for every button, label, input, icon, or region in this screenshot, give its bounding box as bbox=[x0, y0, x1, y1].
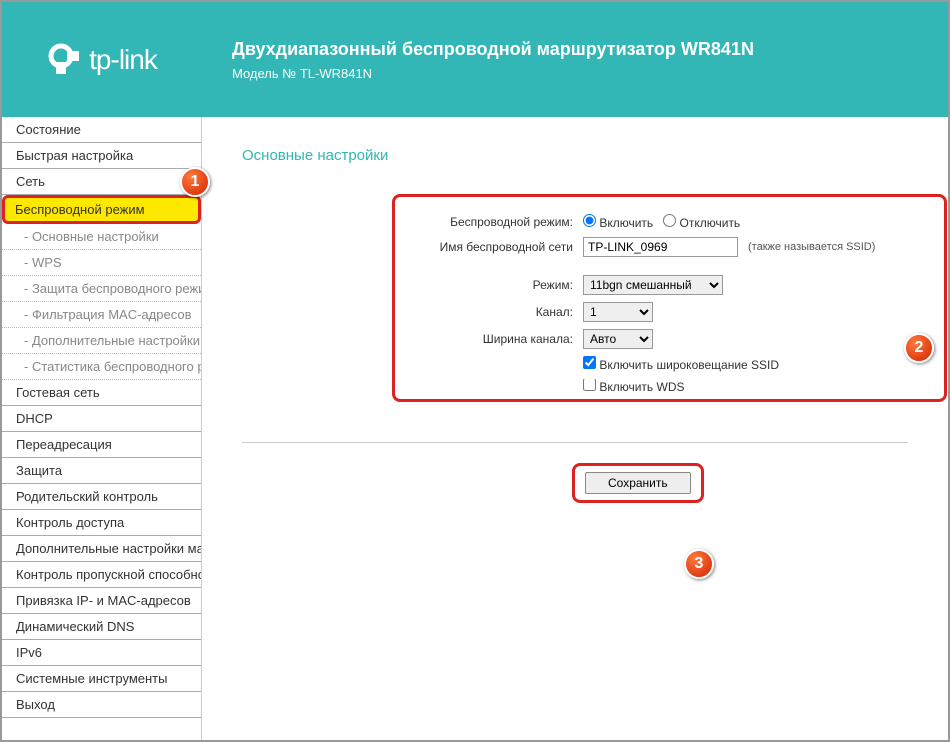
ssid-input[interactable] bbox=[583, 237, 738, 257]
sidebar-item-3[interactable]: Беспроводной режим bbox=[2, 195, 201, 224]
sidebar: СостояниеБыстрая настройкаСетьБеспроводн… bbox=[2, 117, 202, 740]
annotation-badge-1: 1 bbox=[180, 167, 210, 197]
save-button[interactable]: Сохранить bbox=[585, 472, 691, 494]
width-label: Ширина канала: bbox=[413, 332, 583, 346]
tplink-icon bbox=[47, 42, 83, 78]
sidebar-item-22[interactable]: Выход bbox=[2, 692, 201, 718]
sidebar-item-2[interactable]: Сеть bbox=[2, 169, 201, 195]
header-title-block: Двухдиапазонный беспроводной маршрутизат… bbox=[202, 39, 754, 81]
page-title: Двухдиапазонный беспроводной маршрутизат… bbox=[232, 39, 754, 60]
sidebar-item-18[interactable]: Привязка IP- и MAC-адресов bbox=[2, 588, 201, 614]
brand-logo: tp-link bbox=[2, 42, 202, 78]
sidebar-item-19[interactable]: Динамический DNS bbox=[2, 614, 201, 640]
sidebar-item-13[interactable]: Защита bbox=[2, 458, 201, 484]
ssid-label: Имя беспроводной сети bbox=[413, 240, 583, 254]
sidebar-item-14[interactable]: Родительский контроль bbox=[2, 484, 201, 510]
sidebar-item-11[interactable]: DHCP bbox=[2, 406, 201, 432]
channel-select[interactable]: 1 bbox=[583, 302, 653, 322]
channel-label: Канал: bbox=[413, 305, 583, 319]
sidebar-item-20[interactable]: IPv6 bbox=[2, 640, 201, 666]
sidebar-item-0[interactable]: Состояние bbox=[2, 117, 201, 143]
sidebar-item-4[interactable]: - Основные настройки bbox=[2, 224, 201, 250]
save-highlight: Сохранить bbox=[572, 463, 704, 503]
sidebar-item-6[interactable]: - Защита беспроводного режима bbox=[2, 276, 201, 302]
sidebar-item-17[interactable]: Контроль пропускной способности bbox=[2, 562, 201, 588]
model-label: Модель № TL-WR841N bbox=[232, 66, 754, 81]
sidebar-item-1[interactable]: Быстрая настройка bbox=[2, 143, 201, 169]
sidebar-item-9[interactable]: - Статистика беспроводного режима bbox=[2, 354, 201, 380]
annotation-badge-2: 2 bbox=[904, 333, 934, 363]
sidebar-item-12[interactable]: Переадресация bbox=[2, 432, 201, 458]
annotation-badge-3: 3 bbox=[684, 549, 714, 579]
divider bbox=[242, 442, 908, 443]
width-select[interactable]: Авто bbox=[583, 329, 653, 349]
mode-select[interactable]: 11bgn смешанный bbox=[583, 275, 723, 295]
wds-checkbox[interactable]: Включить WDS bbox=[583, 379, 685, 393]
sidebar-item-7[interactable]: - Фильтрация MAC-адресов bbox=[2, 302, 201, 328]
mode-label: Режим: bbox=[413, 278, 583, 292]
ssid-broadcast-checkbox[interactable]: Включить широковещание SSID bbox=[583, 356, 779, 372]
section-title: Основные настройки bbox=[242, 147, 908, 164]
sidebar-item-10[interactable]: Гостевая сеть bbox=[2, 380, 201, 406]
sidebar-item-16[interactable]: Дополнительные настройки маршрутизации bbox=[2, 536, 201, 562]
wireless-disable-radio[interactable]: Отключить bbox=[663, 214, 740, 230]
wireless-mode-label: Беспроводной режим: bbox=[413, 215, 583, 229]
settings-panel: Беспроводной режим: Включить Отключить И… bbox=[392, 194, 947, 402]
wireless-enable-radio[interactable]: Включить bbox=[583, 214, 653, 230]
sidebar-item-5[interactable]: - WPS bbox=[2, 250, 201, 276]
sidebar-item-21[interactable]: Системные инструменты bbox=[2, 666, 201, 692]
brand-name: tp-link bbox=[89, 44, 157, 76]
header: tp-link Двухдиапазонный беспроводной мар… bbox=[2, 2, 948, 117]
sidebar-item-15[interactable]: Контроль доступа bbox=[2, 510, 201, 536]
ssid-hint: (также называется SSID) bbox=[748, 241, 875, 253]
sidebar-item-8[interactable]: - Дополнительные настройки bbox=[2, 328, 201, 354]
content-area: Основные настройки Беспроводной режим: В… bbox=[202, 117, 948, 740]
